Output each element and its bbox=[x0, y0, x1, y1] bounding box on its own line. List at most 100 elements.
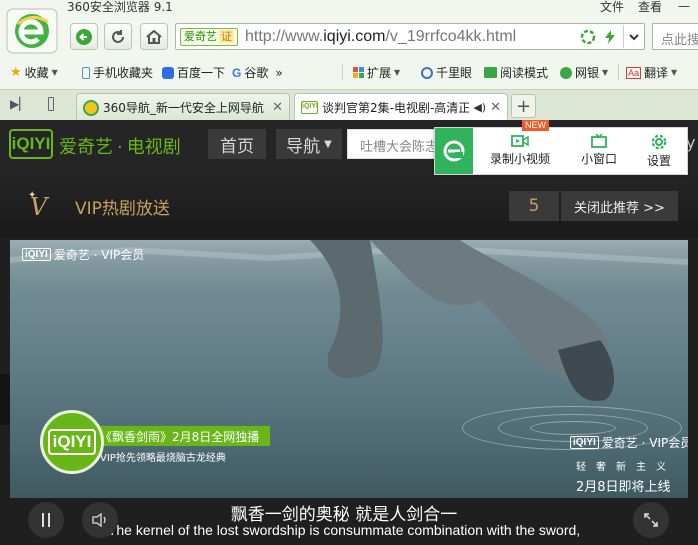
new-tab-button[interactable]: + bbox=[511, 94, 536, 118]
watermark-bottom-right: iQIYI 爱奇艺 · VIP会员 bbox=[570, 434, 688, 451]
iqiyi-logo[interactable]: iQIYI bbox=[9, 129, 53, 159]
toolbar-eye[interactable]: 千里眼 bbox=[421, 64, 472, 81]
tab-audio-icon[interactable]: ◀) bbox=[473, 101, 486, 114]
toolbar-translate[interactable]: Aa 翻译 ▼ bbox=[626, 64, 677, 81]
minimize-icon[interactable]: — bbox=[678, 0, 698, 12]
volume-button[interactable] bbox=[82, 502, 118, 538]
lightning-speed-icon[interactable] bbox=[602, 29, 618, 45]
chevron-down-icon: ▼ bbox=[394, 68, 401, 77]
watermark-text: 爱奇艺 · VIP会员 bbox=[53, 248, 145, 262]
chevron-down-icon: ▼ bbox=[671, 68, 678, 77]
ad-countdown: 5 bbox=[509, 191, 559, 221]
site-identity-badge[interactable]: 爱奇艺证 bbox=[180, 28, 238, 46]
player-settings-button[interactable]: 设置 bbox=[647, 134, 671, 169]
mobile-sync-icon[interactable] bbox=[48, 97, 54, 111]
book-icon bbox=[484, 67, 497, 78]
window-title: 360安全浏览器 9.1 bbox=[67, 0, 173, 14]
url-prefix: http://www. bbox=[245, 28, 324, 45]
toolbar-label: 扩展 bbox=[367, 66, 392, 80]
site-search-input[interactable]: 吐槽大会陈志 bbox=[347, 129, 443, 159]
toolbar-reading-mode[interactable]: 阅读模式 bbox=[484, 64, 548, 81]
chevron-down-icon: ▼ bbox=[602, 68, 609, 77]
brand-name: 爱奇艺 bbox=[59, 137, 113, 158]
iqiyi-mini-logo: iQIYI bbox=[22, 248, 51, 261]
bookmark-label: 百度一下 bbox=[177, 66, 226, 80]
refresh-icon bbox=[112, 29, 124, 43]
toolbar-ebank[interactable]: 网银 ▼ bbox=[560, 64, 608, 81]
browser-e-logo-icon[interactable] bbox=[435, 128, 473, 174]
new-badge: NEW bbox=[522, 120, 549, 131]
water-ripple bbox=[530, 421, 616, 435]
url-text[interactable]: http://www.iqiyi.com/v_19rrfco4kk.html bbox=[245, 28, 516, 46]
nav-home-link[interactable]: 首页 bbox=[208, 129, 266, 159]
baidu-paw-icon bbox=[162, 66, 174, 79]
search-placeholder: 点此搜 bbox=[661, 33, 698, 48]
volume-icon bbox=[92, 512, 106, 528]
address-bar[interactable]: 爱奇艺证 http://www.iqiyi.com/v_19rrfco4kk.h… bbox=[175, 23, 645, 50]
nav-guide-dropdown[interactable]: 导航 ▼ bbox=[276, 129, 342, 159]
tab-close-icon[interactable]: ✕ bbox=[272, 100, 283, 115]
loading-spinner-icon bbox=[580, 29, 596, 45]
tab-title: 360导航_新一代安全上网导航 bbox=[103, 101, 264, 115]
toolbar-label: 千里眼 bbox=[436, 66, 473, 80]
tab-iqiyi-video[interactable]: iQIYI 谈判官第2集-电视剧-高清正版 ◀) ✕ bbox=[294, 93, 508, 121]
back-button[interactable] bbox=[70, 23, 98, 50]
iqiyi-mini-logo: iQIYI bbox=[570, 436, 599, 449]
floating-video-toolbar: NEW 录制小视频 小窗口 设置 bbox=[434, 120, 688, 175]
iqiyi-badge-logo: iQIYI bbox=[47, 429, 97, 455]
tab-favicon-icon bbox=[83, 99, 99, 116]
tab-360-nav[interactable]: 360导航_新一代安全上网导航 ✕ bbox=[76, 93, 290, 121]
video-camera-icon bbox=[511, 135, 529, 147]
tab-favicon-icon: iQIYI bbox=[301, 101, 318, 114]
more-chevron-icon[interactable]: » bbox=[275, 66, 282, 80]
vip-recommend-bar: ✦ V VIP热剧放送 5 关闭此推荐 >> bbox=[0, 168, 698, 238]
bookmark-label: 收藏 bbox=[24, 66, 49, 80]
toolbar-label: 阅读模式 bbox=[500, 66, 549, 80]
vip-title: VIP热剧放送 bbox=[75, 199, 170, 219]
record-video-button[interactable]: 录制小视频 bbox=[490, 134, 550, 167]
pause-button[interactable] bbox=[28, 502, 64, 538]
browser-chrome: 360安全浏览器 9.1 文件 查看 — 爱奇艺证 http://www.iqi… bbox=[0, 0, 698, 121]
home-icon bbox=[146, 29, 162, 44]
site-brand[interactable]: 爱奇艺 · 电视剧 bbox=[59, 133, 181, 159]
video-frame[interactable]: iQIYI 爱奇艺 · VIP会员 《飘香剑雨》2月8日全网独播 iQIYI V… bbox=[10, 240, 688, 498]
url-path: /v_19rrfco4kk.html bbox=[385, 28, 517, 45]
sidebar-toggle-icon[interactable]: ▶▏ bbox=[10, 97, 28, 111]
mini-window-icon bbox=[591, 134, 607, 148]
tab-close-icon[interactable]: ✕ bbox=[490, 100, 501, 115]
google-icon: G bbox=[232, 65, 242, 80]
gear-icon bbox=[651, 134, 667, 150]
pause-icon bbox=[42, 513, 50, 527]
record-label: 录制小视频 bbox=[490, 152, 551, 166]
url-domain: iqiyi.com bbox=[323, 28, 386, 45]
toolbar-extensions[interactable]: 扩展 ▼ bbox=[353, 64, 400, 81]
fullscreen-icon bbox=[644, 513, 658, 527]
refresh-button[interactable] bbox=[104, 23, 132, 50]
bookmark-mobile-favorites[interactable]: 手机收藏夹 bbox=[82, 64, 153, 81]
browser-logo-icon[interactable] bbox=[6, 8, 58, 54]
menu-file[interactable]: 文件 bbox=[600, 0, 624, 14]
extension-icon bbox=[353, 67, 364, 78]
bookmark-favorites[interactable]: ★ 收藏 ▼ bbox=[10, 64, 58, 81]
settings-label: 设置 bbox=[647, 154, 672, 168]
bookmark-divider bbox=[618, 64, 619, 80]
bookmark-google[interactable]: G 谷歌 » bbox=[232, 64, 283, 81]
address-dropdown-button[interactable] bbox=[623, 25, 644, 48]
toolbar-label: 翻译 bbox=[644, 66, 669, 80]
browser-search-input[interactable]: 点此搜 bbox=[652, 23, 698, 50]
promo-iqiyi-badge: iQIYI bbox=[40, 410, 104, 474]
site-name: 爱奇艺 bbox=[184, 30, 217, 43]
plus-icon: + bbox=[515, 95, 532, 117]
home-button[interactable] bbox=[140, 23, 168, 50]
menu-view[interactable]: 查看 bbox=[638, 0, 662, 14]
mini-window-label: 小窗口 bbox=[581, 152, 618, 166]
mini-window-button[interactable]: 小窗口 bbox=[581, 134, 617, 167]
back-arrow-icon bbox=[76, 28, 92, 45]
toolbar-label: 网银 bbox=[575, 66, 600, 80]
star-icon: ★ bbox=[10, 65, 22, 80]
brand-dot: · bbox=[117, 137, 123, 158]
chevron-down-icon: ▼ bbox=[51, 68, 58, 77]
bookmark-baidu[interactable]: 百度一下 bbox=[162, 64, 225, 81]
close-recommend-button[interactable]: 关闭此推荐 >> bbox=[561, 191, 678, 221]
fullscreen-button[interactable] bbox=[633, 502, 669, 538]
